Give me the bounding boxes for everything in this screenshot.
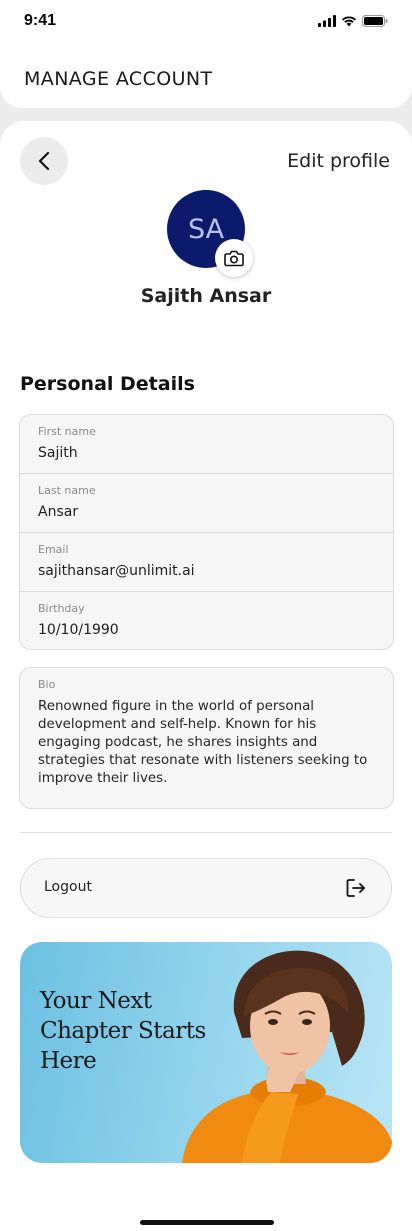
back-button[interactable]	[20, 137, 68, 185]
bio-text: Renowned figure in the world of personal…	[38, 699, 368, 786]
signal-icon	[318, 15, 336, 27]
page-title: MANAGE ACCOUNT	[24, 68, 213, 90]
field-value: sajithansar@unlimit.ai	[38, 563, 195, 579]
personal-details-title: Personal Details	[20, 373, 195, 395]
field-label: First name	[38, 425, 96, 438]
logout-icon	[346, 879, 365, 897]
birthday-field[interactable]: Birthday 10/10/1990	[20, 592, 393, 649]
last-name-field[interactable]: Last name Ansar	[20, 474, 393, 533]
personal-details-card: First name Sajith Last name Ansar Email …	[19, 414, 394, 650]
logout-label: Logout	[44, 879, 92, 895]
edit-profile-button[interactable]: Edit profile	[287, 150, 390, 172]
logout-button[interactable]: Logout	[20, 858, 392, 918]
wifi-icon	[342, 16, 356, 27]
field-value: Sajith	[38, 445, 78, 461]
field-label: Email	[38, 543, 69, 556]
profile-name: Sajith Ansar	[140, 285, 272, 307]
first-name-field[interactable]: First name Sajith	[20, 415, 393, 474]
battery-icon	[362, 15, 388, 27]
field-value: Ansar	[38, 504, 79, 520]
bio-label: Bio	[38, 678, 56, 691]
status-icons	[318, 15, 388, 27]
change-photo-button[interactable]	[215, 239, 253, 277]
field-label: Last name	[38, 484, 96, 497]
status-time: 9:41	[24, 12, 57, 29]
status-bar: 9:41	[0, 0, 412, 44]
bio-field[interactable]: Bio Renowned figure in the world of pers…	[19, 667, 394, 809]
promo-banner[interactable]: Your Next Chapter Starts Here	[20, 942, 392, 1163]
woman-portrait-image	[182, 950, 392, 1163]
field-value: 10/10/1990	[38, 622, 119, 638]
email-field[interactable]: Email sajithansar@unlimit.ai	[20, 533, 393, 592]
divider	[20, 832, 392, 833]
camera-icon	[224, 250, 244, 266]
home-indicator	[140, 1220, 274, 1225]
field-label: Birthday	[38, 602, 85, 615]
avatar-initials: SA	[187, 213, 225, 245]
chevron-left-icon	[38, 151, 50, 171]
